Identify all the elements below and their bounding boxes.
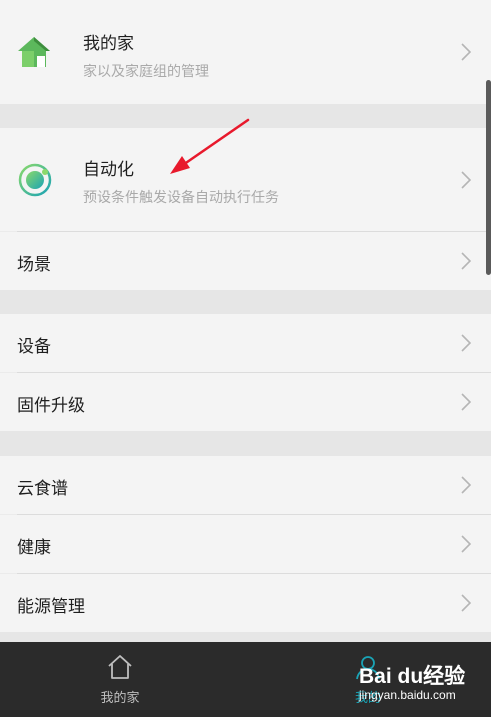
chevron-right-icon [461, 393, 472, 411]
automation-subtitle: 预设条件触发设备自动执行任务 [83, 190, 279, 206]
chevron-right-icon [461, 252, 472, 270]
chevron-right-icon [461, 43, 472, 61]
list-item-devices[interactable]: 设备 [0, 314, 491, 372]
firmware-upgrade-title: 固件升级 [17, 396, 85, 416]
tab-my-home[interactable]: 我的家 [40, 642, 200, 717]
chevron-right-icon [461, 171, 472, 189]
chevron-right-icon [461, 594, 472, 612]
automation-title: 自动化 [83, 160, 134, 180]
settings-list: 我的家 家以及家庭组的管理 自动化 预设条件触发设备自动执行任务 场景 设备 固… [0, 0, 491, 642]
cloud-recipes-title: 云食谱 [17, 479, 68, 499]
annotation-arrow-icon [160, 115, 255, 180]
my-home-subtitle: 家以及家庭组的管理 [83, 64, 209, 80]
section-gap [0, 290, 491, 314]
list-item-scene[interactable]: 场景 [0, 232, 491, 290]
screen: 我的家 家以及家庭组的管理 自动化 预设条件触发设备自动执行任务 场景 设备 固… [0, 0, 491, 717]
chevron-right-icon [461, 476, 472, 494]
list-item-energy-management[interactable]: 能源管理 [0, 574, 491, 632]
health-title: 健康 [17, 538, 51, 558]
list-item-my-home[interactable]: 我的家 家以及家庭组的管理 [0, 0, 491, 104]
devices-title: 设备 [17, 337, 51, 357]
energy-management-title: 能源管理 [17, 597, 85, 617]
section-gap [0, 632, 491, 642]
watermark-url: jingyan.baidu.com [359, 688, 456, 702]
tab-my-home-label: 我的家 [100, 691, 140, 706]
scene-title: 场景 [17, 255, 51, 275]
chevron-right-icon [461, 334, 472, 352]
list-item-health[interactable]: 健康 [0, 515, 491, 573]
scrollbar[interactable] [486, 80, 491, 275]
list-item-cloud-recipes[interactable]: 云食谱 [0, 456, 491, 514]
house-icon [17, 35, 51, 69]
baidu-watermark: Bai du经验 jingyan.baidu.com [359, 660, 469, 710]
automation-ring-icon [17, 162, 53, 198]
list-item-firmware-upgrade[interactable]: 固件升级 [0, 373, 491, 431]
house-outline-icon [107, 654, 133, 680]
chevron-right-icon [461, 535, 472, 553]
my-home-title: 我的家 [83, 34, 134, 54]
watermark-logo: Bai du经验 [359, 665, 466, 688]
section-gap [0, 431, 491, 456]
